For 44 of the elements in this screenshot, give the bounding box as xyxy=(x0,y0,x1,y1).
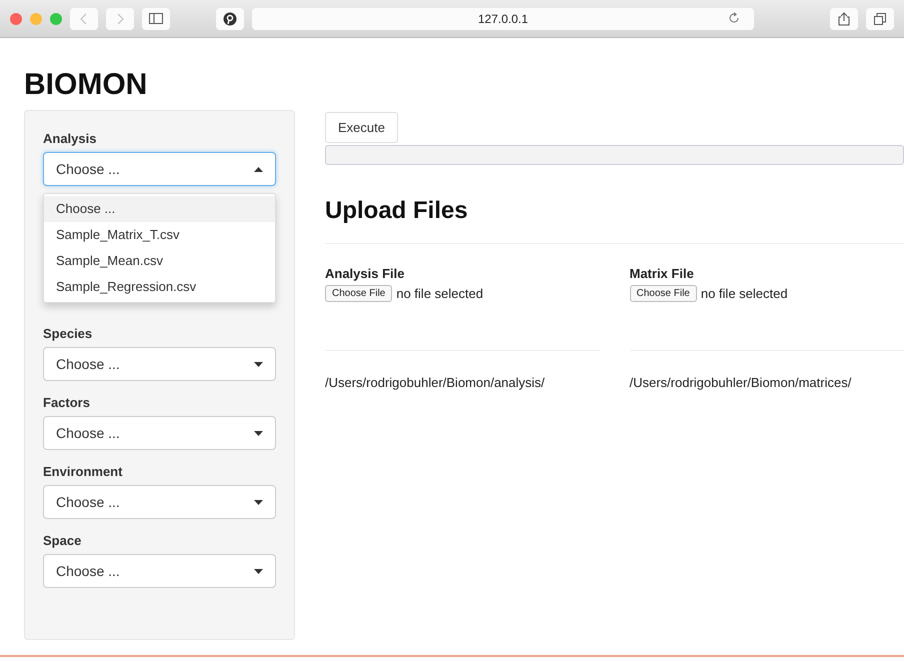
url-text: 127.0.0.1 xyxy=(478,12,528,26)
select-field[interactable]: Choose ... xyxy=(43,152,276,186)
dropdown-option[interactable]: Sample_Regression.csv xyxy=(44,274,275,300)
caret-icon xyxy=(254,166,263,172)
dropdown-option[interactable]: Choose ... xyxy=(44,196,275,222)
select-field[interactable]: Choose ... xyxy=(43,347,276,381)
pin-icon xyxy=(223,12,237,26)
upload-label: Matrix File xyxy=(630,266,695,281)
select-label: Environment xyxy=(43,464,124,479)
caret-icon xyxy=(254,500,263,504)
address-bar[interactable]: 127.0.0.1 xyxy=(252,8,754,30)
caret-icon xyxy=(254,362,263,366)
app-title: BIOMON xyxy=(23,67,148,103)
choose-file-button[interactable]: Choose File xyxy=(325,285,392,302)
choose-file-button[interactable]: Choose File xyxy=(630,285,697,302)
select-label: Species xyxy=(43,326,94,341)
share-icon xyxy=(838,12,850,26)
section-heading: Upload Files xyxy=(325,197,469,225)
execute-button[interactable]: Execute xyxy=(325,112,398,143)
close-icon[interactable] xyxy=(10,12,22,24)
caret-icon xyxy=(254,430,263,436)
tabs-button[interactable] xyxy=(866,8,894,30)
select-label: Space xyxy=(43,533,82,548)
file-status: no file selected xyxy=(396,286,484,301)
select-label: Analysis xyxy=(43,131,98,146)
select-label: Factors xyxy=(43,395,91,410)
share-button[interactable] xyxy=(830,8,858,30)
chevron-right-icon xyxy=(116,12,124,24)
folder-path: /Users/rodrigobuhler/Biomon/analysis/ xyxy=(325,375,546,390)
select-field[interactable]: Choose ... xyxy=(43,416,276,450)
folder-path: /Users/rodrigobuhler/Biomon/matrices/ xyxy=(630,375,852,390)
reload-icon[interactable] xyxy=(728,12,740,24)
sidebar-button[interactable] xyxy=(142,8,170,30)
select-field[interactable]: Choose ... xyxy=(43,485,276,519)
upload-label: Analysis File xyxy=(325,266,406,281)
caret-icon xyxy=(254,568,263,574)
dropdown-option[interactable]: Sample_Matrix_T.csv xyxy=(44,222,275,248)
tabs-icon xyxy=(874,12,886,24)
pin-button[interactable] xyxy=(216,8,244,30)
dropdown-option[interactable]: Sample_Mean.csv xyxy=(44,248,275,274)
select-field[interactable]: Choose ... xyxy=(43,554,276,588)
file-status: no file selected xyxy=(700,286,788,301)
sidebar-icon xyxy=(149,13,163,24)
chevron-left-icon xyxy=(80,12,88,24)
